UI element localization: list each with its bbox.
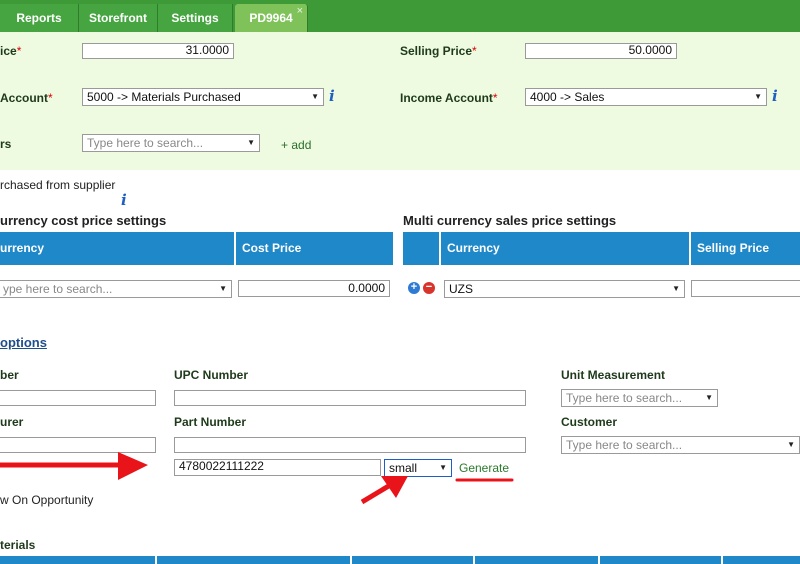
add-supplier-link[interactable]: + add <box>281 138 311 152</box>
number-input[interactable] <box>0 390 156 406</box>
column-divider <box>473 556 475 564</box>
col-cost-price: Cost Price <box>234 232 393 265</box>
tab-storefront-label: Storefront <box>89 11 147 25</box>
tab-close-icon[interactable]: × <box>297 0 303 25</box>
sales-currency-select[interactable]: UZS ▼ <box>444 280 685 298</box>
add-row-icon[interactable]: + <box>408 282 420 294</box>
chevron-down-icon: ▼ <box>247 138 255 147</box>
annotation-overlay <box>0 452 514 505</box>
income-account-label: Income Account* <box>400 91 498 105</box>
part-number-label: Part Number <box>174 415 247 429</box>
selling-price-input[interactable]: 50.0000 <box>525 43 677 59</box>
expense-account-label: Account* <box>0 91 53 105</box>
col-currency: urrency <box>0 241 45 255</box>
tab-reports[interactable]: Reports <box>0 4 79 32</box>
cost-currency-placeholder: ype here to search... <box>3 282 113 296</box>
expense-account-select[interactable]: 5000 -> Materials Purchased ▼ <box>82 88 324 106</box>
cost-currency-table-header: urrency Cost Price <box>0 232 393 265</box>
cost-price-currency-input[interactable]: 0.0000 <box>238 280 390 297</box>
col-currency: Currency <box>439 232 689 265</box>
tab-settings[interactable]: Settings <box>158 4 233 32</box>
col-actions <box>403 232 439 265</box>
manufacturer-label: urer <box>0 415 24 429</box>
chevron-down-icon: ▼ <box>311 92 319 101</box>
purchased-from-supplier-label: rchased from supplier <box>0 178 116 192</box>
top-tab-bar: Reports Storefront Settings PD9964 × <box>0 0 800 32</box>
multi-currency-sales-title: Multi currency sales price settings <box>403 213 617 228</box>
multi-currency-cost-title: urrency cost price settings <box>0 213 167 228</box>
expense-account-value: 5000 -> Materials Purchased <box>87 90 241 104</box>
cost-currency-select[interactable]: ype here to search... ▼ <box>0 280 232 298</box>
upc-number-label: UPC Number <box>174 368 249 382</box>
annotation-arrow-small <box>360 481 394 505</box>
column-divider <box>721 556 723 564</box>
materials-label: terials <box>0 538 36 552</box>
unit-placeholder: Type here to search... <box>566 391 683 405</box>
tab-pd9964[interactable]: PD9964 × <box>235 4 308 32</box>
annotation-arrowhead-left <box>118 452 148 480</box>
options-link[interactable]: options <box>0 335 47 350</box>
col-selling-price: Selling Price <box>689 232 800 265</box>
info-icon[interactable]: i <box>329 87 335 105</box>
chevron-down-icon: ▼ <box>705 393 713 402</box>
column-divider <box>155 556 157 564</box>
income-account-select[interactable]: 4000 -> Sales ▼ <box>525 88 767 106</box>
suppliers-search-select[interactable]: Type here to search... ▼ <box>82 134 260 152</box>
materials-table-header <box>0 556 800 564</box>
income-account-value: 4000 -> Sales <box>530 90 605 104</box>
column-divider <box>598 556 600 564</box>
selling-price-currency-input[interactable] <box>691 280 800 297</box>
tab-storefront[interactable]: Storefront <box>79 4 158 32</box>
number-label: ber <box>0 368 19 382</box>
cost-price-label: ice* <box>0 44 22 58</box>
customer-label: Customer <box>561 415 618 429</box>
unit-measurement-label: Unit Measurement <box>561 368 666 382</box>
selling-price-label: Selling Price* <box>400 44 477 58</box>
info-icon[interactable]: i <box>121 191 127 209</box>
unit-measurement-select[interactable]: Type here to search... ▼ <box>561 389 718 407</box>
tab-settings-label: Settings <box>171 11 219 25</box>
tab-pd9964-label: PD9964 <box>249 11 293 25</box>
cost-price-input[interactable]: 31.0000 <box>82 43 234 59</box>
sales-currency-value: UZS <box>449 282 473 296</box>
remove-row-icon[interactable]: − <box>423 282 435 294</box>
suppliers-label: rs <box>0 137 12 151</box>
suppliers-placeholder: Type here to search... <box>87 136 204 150</box>
chevron-down-icon: ▼ <box>754 92 762 101</box>
chevron-down-icon: ▼ <box>219 284 227 293</box>
upc-number-input[interactable] <box>174 390 526 406</box>
sales-currency-table-header: Currency Selling Price <box>403 232 800 265</box>
chevron-down-icon: ▼ <box>672 284 680 293</box>
column-divider <box>350 556 352 564</box>
info-icon[interactable]: i <box>772 87 778 105</box>
tab-reports-label: Reports <box>16 11 62 25</box>
